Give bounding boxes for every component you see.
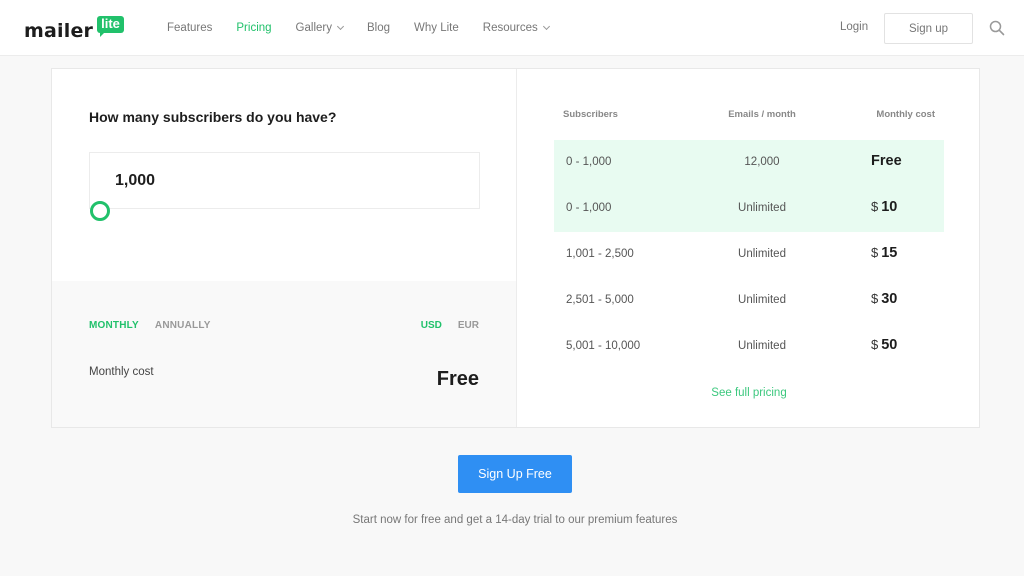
nav-item-blog[interactable]: Blog	[367, 22, 390, 34]
cell-subscribers: 0 - 1,000	[566, 202, 612, 214]
currency-eur-option[interactable]: EUR	[458, 320, 479, 331]
cost-amount: 50	[881, 337, 898, 353]
search-icon[interactable]	[989, 20, 1005, 36]
login-link[interactable]: Login	[840, 21, 868, 33]
nav-label: Gallery	[295, 22, 332, 34]
nav-label: Blog	[366, 22, 391, 34]
chevron-down-icon	[336, 22, 345, 31]
cell-subscribers: 5,001 - 10,000	[566, 340, 641, 352]
cell-subscribers: 1,001 - 2,500	[566, 248, 634, 260]
nav-item-resources[interactable]: Resources	[482, 22, 550, 34]
cell-subscribers: 2,501 - 5,000	[566, 294, 634, 306]
mailerlite-logo[interactable]: mailer lite	[24, 14, 124, 42]
cell-cost: $15	[871, 245, 897, 261]
cell-emails-text: Unlimited	[738, 248, 786, 260]
subscribers-question: How many subscribers do you have?	[89, 109, 337, 125]
table-row: 2,501 - 5,000 Unlimited $30	[554, 278, 944, 324]
cell-emails-text: 12,000	[744, 156, 780, 168]
subscribers-slider-track[interactable]	[99, 210, 479, 212]
table-row: 0 - 1,000 12,000 Free	[554, 140, 944, 186]
currency-symbol: $	[871, 337, 879, 352]
subscriber-calculator: How many subscribers do you have? 1,000 …	[52, 69, 517, 427]
table-row: 1,001 - 2,500 Unlimited $15	[554, 232, 944, 278]
cell-emails-text: Unlimited	[738, 202, 786, 214]
pricing-calculator-card: How many subscribers do you have? 1,000 …	[51, 68, 980, 428]
cta-tagline: Start now for free and get a 14-day tria…	[352, 514, 678, 526]
table-row: 5,001 - 10,000 Unlimited $50	[554, 324, 944, 370]
cost-amount: 30	[881, 291, 898, 307]
nav-item-gallery[interactable]: Gallery	[295, 22, 345, 34]
nav-label: Features	[167, 22, 213, 34]
table-row: 0 - 1,000 Unlimited $10	[554, 186, 944, 232]
site-header: mailer lite Features Pricing Gallery Blo…	[0, 0, 1024, 56]
sign-up-free-button[interactable]: Sign Up Free	[458, 455, 572, 493]
subscribers-input[interactable]: 1,000	[89, 152, 480, 209]
subscribers-slider-handle[interactable]	[90, 201, 110, 221]
cell-cost: Free	[871, 153, 902, 169]
nav-item-features[interactable]: Features	[167, 22, 212, 34]
header-emails-text: Emails / month	[728, 109, 796, 120]
currency-symbol: $	[871, 291, 879, 306]
cost-summary-section: MONTHLY ANNUALLY USD EUR Monthly cost Fr…	[52, 281, 516, 427]
logo-lite-badge: lite	[97, 16, 124, 37]
monthly-cost-value: Free	[436, 368, 479, 390]
cell-cost: $50	[871, 337, 897, 353]
pricing-table-body: 0 - 1,000 12,000 Free 0 - 1,000 Unlimite…	[554, 140, 944, 370]
nav-label: Pricing	[236, 22, 272, 34]
currency-toggle: USD EUR	[405, 320, 479, 331]
nav-item-why-lite[interactable]: Why Lite	[414, 22, 459, 34]
header-subscribers: Subscribers	[563, 109, 618, 120]
cell-subscribers: 0 - 1,000	[566, 156, 612, 168]
monthly-cost-label: Monthly cost	[89, 366, 154, 378]
currency-symbol: $	[871, 199, 879, 214]
billing-period-toggle: MONTHLY ANNUALLY	[89, 320, 227, 331]
nav-label: Why Lite	[414, 22, 459, 34]
see-full-pricing-link[interactable]: See full pricing	[554, 387, 944, 399]
cell-emails-text: Unlimited	[738, 294, 786, 306]
cell-cost: $30	[871, 291, 897, 307]
pricing-table-header: Subscribers Emails / month Monthly cost	[554, 109, 944, 123]
cell-cost: $10	[871, 199, 897, 215]
chevron-down-icon	[542, 22, 550, 31]
subscriber-input-section: How many subscribers do you have? 1,000	[52, 69, 516, 281]
main-nav: Features Pricing Gallery Blog Why Lite R…	[167, 0, 573, 56]
cell-emails-text: Unlimited	[738, 340, 786, 352]
sign-up-button[interactable]: Sign up	[884, 13, 973, 44]
nav-label: Resources	[482, 22, 538, 34]
logo-wordmark: mailer	[24, 20, 94, 42]
cost-amount: 15	[881, 245, 898, 261]
cost-amount: 10	[881, 199, 898, 215]
currency-symbol: $	[871, 245, 879, 260]
currency-usd-option[interactable]: USD	[421, 320, 442, 331]
nav-item-pricing[interactable]: Pricing	[236, 22, 271, 34]
header-monthly-cost: Monthly cost	[876, 109, 935, 120]
billing-monthly-option[interactable]: MONTHLY	[89, 320, 139, 331]
billing-annually-option[interactable]: ANNUALLY	[155, 320, 211, 331]
cost-amount: Free	[871, 153, 902, 169]
